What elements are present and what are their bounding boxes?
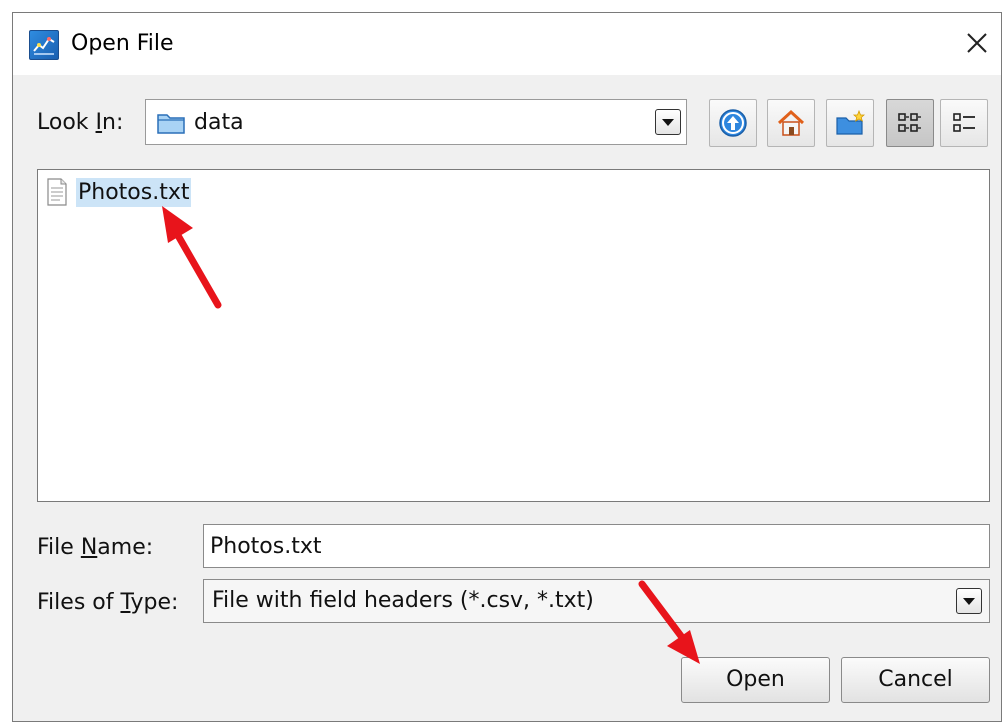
list-item[interactable]: Photos.txt — [42, 174, 192, 210]
files-of-type-label-part: ype: — [130, 590, 179, 615]
open-file-dialog: Open File Look In: data Photos.txt File … — [12, 12, 1002, 722]
look-in-dropdown-arrow[interactable] — [655, 109, 681, 135]
home-icon — [777, 109, 805, 136]
file-name-label-part: ame: — [97, 535, 154, 560]
look-in-label: Look In: — [37, 110, 123, 135]
file-name-text: Photos.txt — [76, 177, 192, 207]
document-icon — [47, 178, 67, 206]
files-of-type-combo[interactable]: File with field headers (*.csv, *.txt) — [203, 579, 990, 623]
cancel-button[interactable]: Cancel — [841, 657, 990, 703]
file-name-label: File Name: — [37, 535, 153, 560]
files-of-type-dropdown-arrow[interactable] — [956, 588, 982, 614]
details-view-button[interactable] — [940, 99, 988, 147]
look-in-value: data — [194, 110, 244, 135]
file-name-input[interactable] — [203, 524, 990, 568]
close-icon — [967, 33, 987, 53]
app-chart-icon — [29, 30, 59, 60]
file-name-label-mnemonic: N — [80, 535, 98, 560]
details-view-icon — [953, 113, 975, 132]
home-button[interactable] — [767, 99, 815, 147]
look-in-label-part: Look — [37, 110, 96, 135]
close-button[interactable] — [959, 25, 995, 61]
file-name-label-part: File — [37, 535, 81, 560]
files-of-type-label-part: Files of — [37, 590, 121, 615]
title-bar: Open File — [13, 13, 1001, 75]
files-of-type-value: File with field headers (*.csv, *.txt) — [212, 588, 594, 613]
window-title: Open File — [71, 31, 174, 56]
files-of-type-label-mnemonic: T — [120, 590, 131, 615]
new-folder-button[interactable] — [826, 99, 874, 147]
file-list[interactable]: Photos.txt — [37, 169, 990, 502]
page: Open File Look In: data Photos.txt File … — [0, 0, 1004, 723]
files-of-type-label: Files of Type: — [37, 590, 178, 615]
look-in-label-part: n: — [102, 110, 124, 135]
list-view-button[interactable] — [886, 99, 934, 147]
open-button[interactable]: Open — [681, 657, 830, 703]
up-arrow-icon — [719, 109, 747, 137]
up-one-level-button[interactable] — [709, 99, 757, 147]
list-view-icon — [898, 113, 921, 132]
new-folder-icon — [836, 109, 865, 135]
folder-icon — [157, 114, 185, 134]
look-in-combo[interactable]: data — [145, 99, 687, 145]
